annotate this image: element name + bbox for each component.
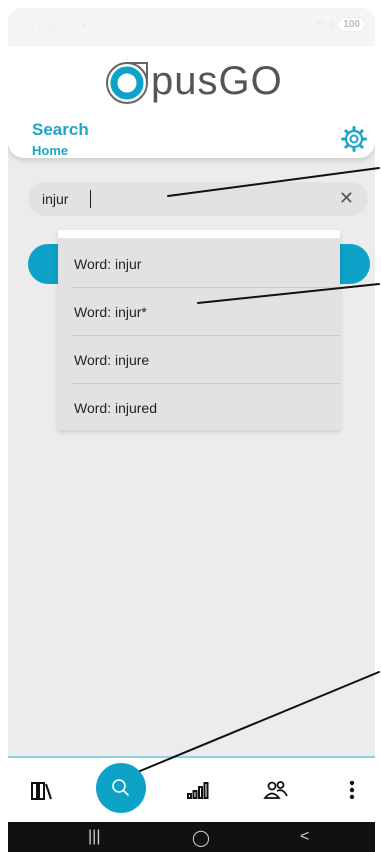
status-bar: 17:34 ▫ ▪ • ◠ ıl 100 — [8, 8, 375, 46]
suggestion-item[interactable]: Word: injur* — [72, 288, 340, 336]
text-caret — [90, 190, 91, 208]
page-title: Search — [32, 120, 89, 139]
more-icon[interactable] — [338, 776, 366, 804]
clear-search-icon[interactable]: ✕ — [339, 188, 354, 209]
app-header: pusGO Search Home — [8, 46, 375, 158]
stats-icon[interactable] — [184, 776, 212, 804]
status-right: ◠ ıl 100 — [316, 18, 365, 31]
battery-indicator: 100 — [338, 18, 365, 31]
system-navigation-bar: ||| ◯ < — [8, 822, 375, 852]
suggestion-item[interactable]: Word: injure — [72, 336, 340, 384]
search-field[interactable]: ✕ — [28, 182, 368, 216]
app-screen: 17:34 ▫ ▪ • ◠ ıl 100 pusGO Search Home i… — [8, 8, 375, 852]
opus-logo-icon — [106, 62, 148, 104]
bottom-navigation — [8, 756, 375, 822]
logo-text-opus: pus — [151, 59, 219, 103]
search-icon — [112, 779, 129, 796]
search-input[interactable] — [42, 189, 312, 209]
users-icon[interactable] — [262, 776, 290, 804]
search-nav-button[interactable] — [96, 763, 146, 813]
autocomplete-dropdown: Word: injur Word: injur* Word: injure Wo… — [58, 230, 340, 430]
settings-gear-icon[interactable] — [341, 126, 367, 152]
notification-icons: ▫ ▪ • — [82, 19, 122, 33]
status-time: 17:34 — [32, 20, 63, 34]
wifi-icon: ◠ ıl — [316, 19, 335, 31]
recent-apps-icon[interactable]: ||| — [88, 828, 100, 846]
suggestion-item[interactable]: Word: injured — [72, 384, 340, 432]
opusgo-logo: pusGO — [103, 56, 283, 106]
home-icon[interactable]: ◯ — [192, 828, 210, 848]
suggestion-item[interactable]: Word: injur — [72, 240, 340, 288]
back-icon[interactable]: < — [300, 828, 309, 846]
breadcrumb-home[interactable]: Home — [32, 143, 68, 158]
library-icon[interactable] — [28, 776, 56, 804]
logo-text-go: GO — [218, 59, 283, 103]
dropdown-top-edge — [58, 230, 340, 238]
